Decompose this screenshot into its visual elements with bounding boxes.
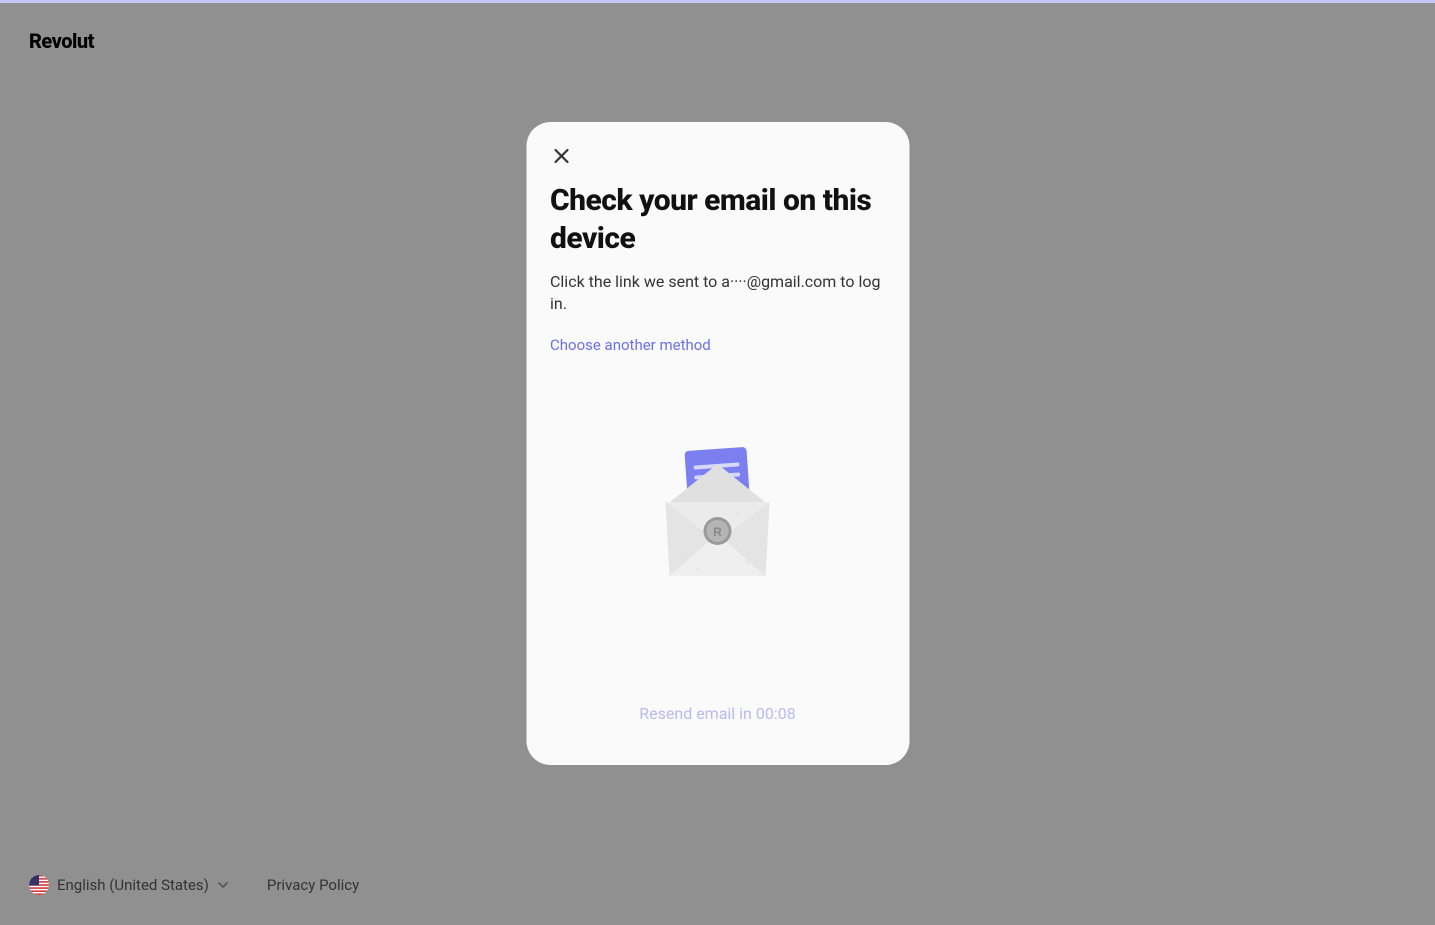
resend-email-countdown: Resend email in 00:08 — [550, 704, 885, 741]
illustration-container: R — [550, 324, 885, 704]
close-icon — [553, 148, 569, 164]
us-flag-icon — [29, 875, 49, 895]
brand-logo: Revolut — [29, 29, 94, 53]
language-label: English (United States) — [57, 876, 209, 894]
svg-text:R: R — [713, 525, 722, 539]
email-envelope-icon: R — [648, 434, 788, 594]
page-footer: English (United States) Privacy Policy — [29, 875, 359, 895]
language-selector[interactable]: English (United States) — [29, 875, 229, 895]
email-check-modal: Check your email on this device Click th… — [526, 122, 909, 765]
modal-description: Click the link we sent to a····@gmail.co… — [550, 271, 885, 314]
modal-title: Check your email on this device — [550, 182, 885, 257]
close-button[interactable] — [551, 146, 571, 166]
privacy-policy-link[interactable]: Privacy Policy — [267, 876, 359, 894]
chevron-down-icon — [217, 879, 229, 891]
